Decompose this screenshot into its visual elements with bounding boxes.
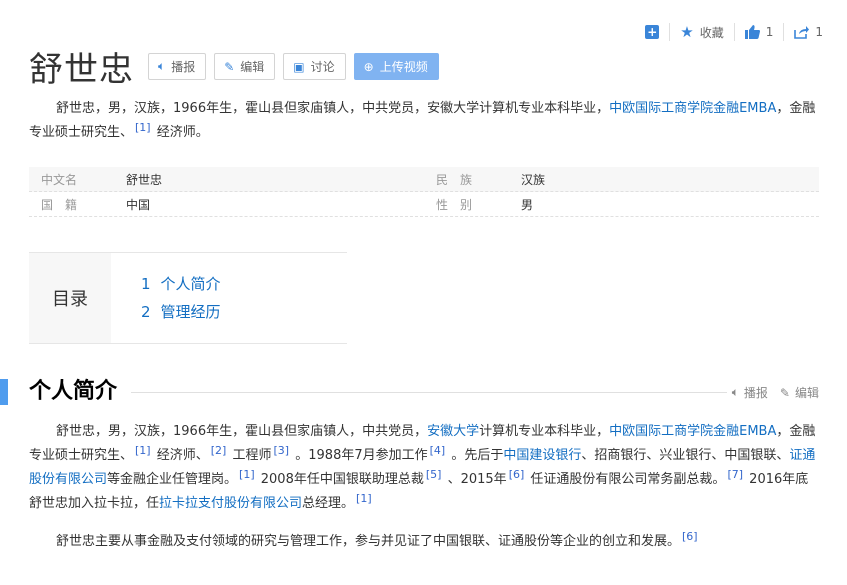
catalog-item[interactable]: 2 管理经历 (141, 298, 221, 326)
basic-info-value: 舒世忠 (126, 172, 163, 187)
section-title: 个人简介 (29, 379, 118, 404)
section-accent-bar (0, 379, 8, 405)
para-text: 计算机专业本科毕业， (479, 424, 610, 439)
para-text: 、2015年 (447, 472, 507, 487)
catalog: 目录 1 个人简介 2 管理经历 (29, 252, 347, 344)
summary-text: 舒世忠，男，汉族，1966年生，霍山县但家庙镇人，中共党员，安徽大学计算机专业本… (56, 101, 610, 116)
basic-info-row: 中文名 舒世忠 民 族 汉族 (29, 167, 819, 192)
edit-label: 编辑 (240, 60, 265, 74)
link-ccb[interactable]: 中国建设银行 (503, 448, 581, 463)
reference-link[interactable]: [1] (135, 121, 151, 134)
plus-icon: + (645, 25, 660, 39)
reference-link[interactable]: [1] (135, 444, 151, 457)
reference-link[interactable]: [1] (356, 492, 372, 505)
para-text: 舒世忠主要从事金融及支付领域的研究与管理工作，参与并见证了中国银联、证通股份等企… (56, 534, 681, 549)
catalog-item-text: 管理经历 (160, 303, 221, 321)
plus-circle-icon: ⊕ (363, 59, 374, 74)
catalog-list: 1 个人简介 2 管理经历 (111, 253, 221, 343)
basic-info: 中文名 舒世忠 民 族 汉族 国 籍 中国 性 别 男 (29, 167, 819, 217)
discuss-button[interactable]: ▣ 讨论 (283, 53, 346, 80)
title-row: 舒世忠 🔈︎ 播报 ✎ 编辑 ▣ 讨论 ⊕ 上传视频 (29, 42, 447, 91)
link-ceibs[interactable]: 中欧国际工商学院金融EMBA (609, 424, 776, 439)
reference-link[interactable]: [6] (682, 530, 698, 543)
upload-video-button[interactable]: ⊕ 上传视频 (353, 53, 439, 80)
collect-label: 收藏 (699, 25, 724, 40)
reference-link[interactable]: [7] (727, 468, 743, 481)
pencil-icon: ✎ (779, 385, 790, 400)
catalog-item[interactable]: 1 个人简介 (141, 270, 221, 298)
like-count: 1 (765, 25, 774, 39)
para-text: 任证通股份有限公司常务副总裁。 (530, 472, 726, 487)
catalog-item-num: 2 (141, 303, 151, 321)
like-button[interactable]: 1 (733, 23, 784, 41)
link-lakala[interactable]: 拉卡拉支付股份有限公司 (159, 496, 302, 511)
link-anhui-university[interactable]: 安徽大学 (427, 424, 479, 439)
upload-label: 上传视频 (379, 60, 428, 74)
para-text: 、招商银行、兴业银行、中国银联、 (581, 448, 790, 463)
basic-info-name: 中文名 (41, 172, 78, 187)
thumbs-up-icon (744, 25, 760, 39)
add-button[interactable]: + (635, 23, 669, 41)
reference-link[interactable]: [1] (239, 468, 255, 481)
basic-info-name: 国 籍 (41, 197, 78, 212)
discuss-label: 讨论 (310, 60, 335, 74)
para-text: 经济师、 (156, 448, 209, 463)
para-text: 2008年任中国银联助理总裁 (260, 472, 424, 487)
section-divider (131, 392, 727, 393)
basic-info-row: 国 籍 中国 性 别 男 (29, 192, 819, 217)
paragraph: 舒世忠，男，汉族，1966年生，霍山县但家庙镇人，中共党员，安徽大学计算机专业本… (29, 420, 819, 516)
basic-info-value-link[interactable]: 中国 (126, 196, 424, 213)
para-text: 。先后于 (451, 448, 504, 463)
basic-info-value: 汉族 (521, 172, 546, 187)
reference-link[interactable]: [3] (274, 444, 290, 457)
basic-info-name: 民 族 (436, 172, 473, 187)
pencil-icon: ✎ (224, 59, 235, 74)
speaker-icon: 🔈︎ (731, 385, 739, 399)
section-play-button[interactable]: 🔈︎ 播报 (732, 384, 768, 401)
para-text: 。1988年7月参加工作 (295, 448, 428, 463)
section-tools: 🔈︎ 播报 ✎ 编辑 (732, 384, 819, 401)
para-text: 总经理。 (302, 496, 355, 511)
basic-info-value: 男 (521, 197, 534, 212)
paragraph: 舒世忠主要从事金融及支付领域的研究与管理工作，参与并见证了中国银联、证通股份等企… (29, 530, 819, 554)
star-icon: ★ (680, 23, 694, 41)
catalog-item-num: 1 (141, 275, 151, 293)
section-edit-button[interactable]: ✎ 编辑 (780, 384, 819, 401)
play-button[interactable]: 🔈︎ 播报 (148, 53, 207, 80)
reference-link[interactable]: [2] (211, 444, 227, 457)
lemma-summary: 舒世忠，男，汉族，1966年生，霍山县但家庙镇人，中共党员，安徽大学计算机专业本… (29, 97, 819, 145)
summary-link-ceibs[interactable]: 中欧国际工商学院金融EMBA (609, 101, 776, 116)
reference-link[interactable]: [5] (426, 468, 442, 481)
section-edit-label: 编辑 (794, 386, 819, 400)
catalog-label: 目录 (29, 253, 111, 343)
top-toolbar: + ★ 收藏 1 1 (635, 22, 833, 42)
section-header: 个人简介 🔈︎ 播报 ✎ 编辑 (0, 376, 847, 408)
catalog-item-text: 个人简介 (160, 275, 221, 293)
para-text: 等金融企业任管理岗。 (107, 472, 238, 487)
reference-link[interactable]: [4] (430, 444, 446, 457)
share-icon (794, 26, 810, 39)
para-text: 舒世忠，男，汉族，1966年生，霍山县但家庙镇人，中共党员， (56, 424, 428, 439)
share-button[interactable]: 1 (783, 23, 833, 41)
para-text: 工程师 (232, 448, 272, 463)
reference-link[interactable]: [6] (509, 468, 525, 481)
section-play-label: 播报 (743, 386, 768, 400)
summary-text: 经济师。 (156, 125, 209, 140)
collect-button[interactable]: ★ 收藏 (669, 23, 733, 41)
play-label: 播报 (171, 60, 196, 74)
share-count: 1 (815, 25, 823, 39)
basic-info-name: 性 别 (436, 197, 473, 212)
edit-button[interactable]: ✎ 编辑 (214, 53, 276, 80)
page-title: 舒世忠 (29, 50, 134, 90)
speaker-icon: 🔈︎ (158, 59, 166, 73)
chat-icon: ▣ (293, 59, 305, 74)
